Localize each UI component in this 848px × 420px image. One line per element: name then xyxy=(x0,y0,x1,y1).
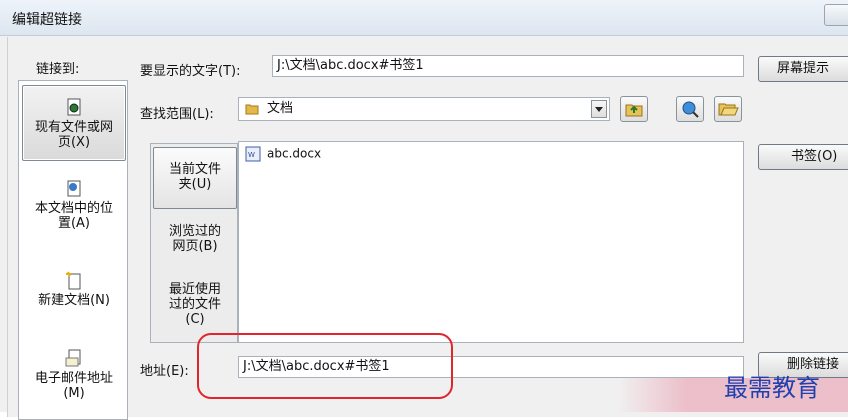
dialog-title: 编辑超链接 xyxy=(12,12,82,28)
tab-label-line2: 网页(B) xyxy=(172,239,218,254)
nav-label-line1: 本文档中的位 xyxy=(34,201,113,216)
new-document-icon xyxy=(66,271,81,290)
tab-label-line1: 浏览过的 xyxy=(168,224,221,239)
edit-hyperlink-dialog: 编辑超链接 链接到: 现有文件或网 页(X) 本文档中的位 置(A) 新建文档(… xyxy=(0,0,848,420)
globe-search-icon xyxy=(682,101,699,118)
nav-label-line1: 新建文档(N) xyxy=(38,293,110,308)
nav-item-new-document[interactable]: 新建文档(N) xyxy=(22,271,126,321)
chevron-down-icon[interactable] xyxy=(591,100,607,118)
nav-label-line2: (M) xyxy=(63,386,85,401)
tab-label-line2: 过的文件 xyxy=(168,297,221,312)
browse-tabs-panel: 当前文件 夹(U) 浏览过的 网页(B) 最近使用 过的文件 (C) xyxy=(150,143,238,343)
address-label: 地址(E): xyxy=(140,364,189,379)
link-to-panel: 现有文件或网 页(X) 本文档中的位 置(A) 新建文档(N) 电子邮件地址 (… xyxy=(18,80,128,420)
look-in-dropdown[interactable]: 文档 xyxy=(238,97,610,121)
email-icon xyxy=(65,349,81,367)
nav-item-existing-file[interactable]: 现有文件或网 页(X) xyxy=(22,85,126,161)
file-name: abc.docx xyxy=(267,146,322,161)
tab-current-folder[interactable]: 当前文件 夹(U) xyxy=(153,147,237,209)
tab-recent-files[interactable]: 最近使用 过的文件 (C) xyxy=(153,282,237,338)
title-bar: 编辑超链接 xyxy=(0,0,848,36)
display-text-input[interactable]: J:\文档\abc.docx#书签1 xyxy=(272,55,744,77)
nav-item-email[interactable]: 电子邮件地址 (M) xyxy=(22,349,126,419)
up-folder-button[interactable] xyxy=(620,96,648,122)
watermark-logo: 最需教育 xyxy=(724,374,820,402)
file-list: W abc.docx xyxy=(238,141,744,343)
tab-label-line2: 夹(U) xyxy=(178,177,212,192)
browse-file-button[interactable] xyxy=(714,96,742,122)
tab-label-line3: (C) xyxy=(185,312,205,327)
up-folder-icon xyxy=(625,104,643,117)
close-button[interactable] xyxy=(824,4,848,26)
tab-label-line1: 最近使用 xyxy=(168,282,221,297)
word-document-icon: W xyxy=(245,146,261,162)
nav-label-line2: 页(X) xyxy=(57,135,91,150)
screentip-button[interactable]: 屏幕提示 xyxy=(758,56,848,82)
folder-icon xyxy=(245,104,259,115)
link-to-label: 链接到: xyxy=(36,62,80,77)
document-place-icon xyxy=(67,180,81,197)
look-in-label: 查找范围(L): xyxy=(140,107,214,122)
nav-label-line2: 置(A) xyxy=(57,216,91,231)
list-item[interactable]: W abc.docx xyxy=(245,146,321,162)
display-text-label: 要显示的文字(T): xyxy=(140,64,241,79)
nav-label-line1: 现有文件或网 xyxy=(34,120,113,135)
tab-browsed-pages[interactable]: 浏览过的 网页(B) xyxy=(153,224,237,264)
browse-web-button[interactable] xyxy=(676,96,704,122)
bookmark-button[interactable]: 书签(O) xyxy=(758,144,848,170)
open-folder-icon xyxy=(718,103,739,116)
highlight-annotation xyxy=(197,333,453,399)
nav-item-this-document[interactable]: 本文档中的位 置(A) xyxy=(22,179,126,249)
tab-label-line1: 当前文件 xyxy=(168,162,221,177)
nav-label-line1: 电子邮件地址 xyxy=(34,371,113,386)
look-in-value: 文档 xyxy=(267,101,294,116)
svg-text:W: W xyxy=(248,151,255,159)
existing-file-icon xyxy=(67,98,81,116)
